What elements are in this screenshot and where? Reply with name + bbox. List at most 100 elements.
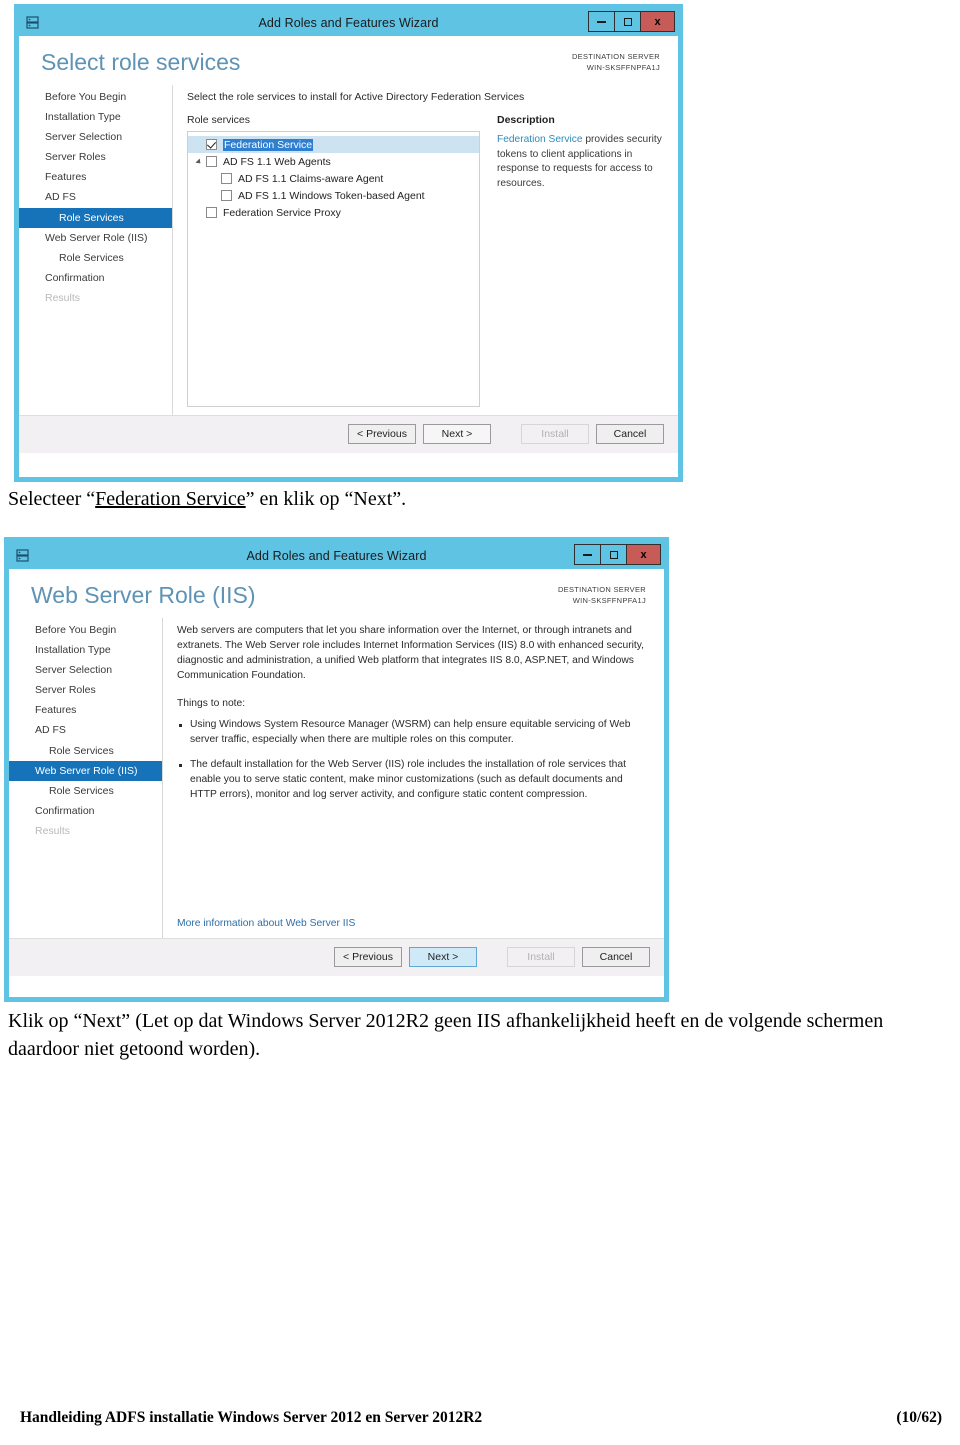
sidebar-item-installation-type[interactable]: Installation Type — [9, 640, 162, 660]
cancel-button[interactable]: Cancel — [596, 424, 664, 445]
description-body: Federation Service provides security tok… — [497, 133, 666, 191]
sidebar-item-installation-type[interactable]: Installation Type — [19, 107, 172, 127]
wizard2-window-controls: x — [574, 544, 661, 565]
sidebar-item-server-roles[interactable]: Server Roles — [19, 148, 172, 168]
list-item-label: Federation Service Proxy — [223, 206, 341, 219]
wizard2-footer: < Previous Next > Install Cancel — [9, 938, 664, 977]
sidebar-item-role-services-adfs[interactable]: Role Services — [9, 741, 162, 761]
description-title: Description — [497, 114, 555, 127]
content-lead-text: Select the role services to install for … — [187, 91, 525, 104]
sidebar-item-results: Results — [45, 292, 81, 305]
install-button: Install — [507, 947, 575, 968]
description-accent-text: Federation Service — [497, 134, 583, 146]
sidebar-item-server-selection[interactable]: Server Selection — [19, 128, 172, 148]
destination-server: DESTINATION SERVER WIN-SKSFFNPFA1J — [572, 52, 660, 74]
destination-server: DESTINATION SERVER WIN-SKSFFNPFA1J — [558, 585, 646, 607]
destination-server-name: WIN-SKSFFNPFA1J — [586, 62, 660, 72]
close-button[interactable]: x — [641, 12, 674, 31]
things-to-note-list: Using Windows System Resource Manager (W… — [177, 718, 652, 814]
more-information-link[interactable]: More information about Web Server IIS — [177, 918, 652, 929]
page-title: Web Server Role (IIS) — [31, 582, 256, 608]
role-services-column: Role services Federation Service AD FS 1… — [187, 114, 480, 408]
sidebar-item-web-server-role-iis[interactable]: Web Server Role (IIS) — [9, 761, 162, 782]
page-footer: Handleiding ADFS installatie Windows Ser… — [0, 1409, 960, 1427]
footer-title: Handleiding ADFS installatie Windows Ser… — [20, 1409, 483, 1426]
checkbox-federation-service-proxy[interactable] — [206, 207, 217, 219]
instruction-1-before: Selecteer “ — [8, 488, 96, 510]
list-item: The default installation for the Web Ser… — [177, 758, 652, 802]
destination-server-label: DESTINATION SERVER — [557, 585, 646, 594]
previous-button[interactable]: < Previous — [348, 424, 416, 445]
destination-server-name: WIN-SKSFFNPFA1J — [572, 595, 646, 605]
intro-paragraph: Web servers are computers that let you s… — [177, 625, 645, 682]
sidebar-item-web-server-role-iis[interactable]: Web Server Role (IIS) — [19, 228, 172, 248]
sidebar-item-server-roles[interactable]: Server Roles — [9, 681, 162, 701]
destination-server-label: DESTINATION SERVER — [571, 52, 660, 61]
wizard1-body: Before You Begin Installation Type Serve… — [19, 85, 678, 416]
minimize-button[interactable] — [575, 545, 601, 564]
wizard2-sidebar: Before You Begin Installation Type Serve… — [9, 618, 163, 939]
sidebar-item-before-you-begin[interactable]: Before You Begin — [19, 87, 172, 107]
previous-button[interactable]: < Previous — [334, 947, 402, 968]
sidebar-item-features[interactable]: Features — [9, 701, 162, 721]
server-roles-icon — [15, 548, 31, 564]
chevron-expand-icon[interactable] — [192, 158, 206, 166]
checkbox-adfs-windows-token-based-agent[interactable] — [221, 190, 232, 202]
sidebar-item-confirmation[interactable]: Confirmation — [9, 801, 162, 821]
list-item-label: AD FS 1.1 Windows Token-based Agent — [238, 189, 425, 202]
instruction-1-underlined: Federation Service — [95, 488, 246, 510]
sidebar-item-server-selection[interactable]: Server Selection — [9, 661, 162, 681]
sidebar-item-features[interactable]: Features — [19, 168, 172, 188]
description-column: Description Federation Service provides … — [480, 114, 666, 407]
wizard1-footer: < Previous Next > Install Cancel — [19, 415, 678, 454]
instruction-1-after: ” en klik op “Next”. — [245, 488, 407, 510]
wizard1-content: Select the role services to install for … — [173, 85, 678, 415]
wizard1-titlebar[interactable]: Add Roles and Features Wizard x — [19, 9, 678, 36]
add-roles-wizard-role-services: Add Roles and Features Wizard x Select r… — [14, 4, 683, 482]
wizard1-sidebar: Before You Begin Installation Type Serve… — [19, 85, 173, 416]
wizard1-header: Select role services DESTINATION SERVER … — [19, 36, 678, 86]
instruction-text-1: Selecteer “Federation Service” en klik o… — [8, 486, 948, 514]
minimize-button[interactable] — [589, 12, 615, 31]
sidebar-item-ad-fs[interactable]: AD FS — [9, 721, 162, 741]
role-services-label: Role services — [187, 114, 251, 127]
list-item-label: AD FS 1.1 Web Agents — [223, 155, 331, 168]
wizard2-header: Web Server Role (IIS) DESTINATION SERVER… — [9, 569, 664, 619]
sidebar-item-confirmation[interactable]: Confirmation — [19, 268, 172, 288]
sidebar-item-role-services-iis[interactable]: Role Services — [9, 781, 162, 801]
sidebar-item-role-services-iis[interactable]: Role Services — [19, 248, 172, 268]
sidebar-item-role-services-adfs[interactable]: Role Services — [19, 208, 172, 229]
things-to-note-label: Things to note: — [177, 697, 246, 709]
add-roles-wizard-web-server-role: Add Roles and Features Wizard x Web Serv… — [4, 537, 669, 1002]
checkbox-adfs-claims-aware-agent[interactable] — [221, 173, 232, 185]
sidebar-item-results: Results — [35, 825, 71, 838]
checkbox-adfs-web-agents[interactable] — [206, 156, 217, 168]
install-button: Install — [521, 424, 589, 445]
wizard1-title: Add Roles and Features Wizard — [258, 15, 439, 30]
wizard1-window-controls: x — [588, 11, 675, 32]
list-item-federation-service[interactable]: Federation Service — [188, 136, 479, 154]
checkbox-federation-service[interactable] — [206, 139, 217, 151]
wizard2-body: Before You Begin Installation Type Serve… — [9, 618, 664, 939]
page-title: Select role services — [41, 49, 241, 75]
role-services-listbox[interactable]: Federation Service AD FS 1.1 Web Agents … — [187, 131, 480, 408]
list-item-adfs-claims-aware-agent[interactable]: AD FS 1.1 Claims-aware Agent — [188, 170, 479, 187]
list-item-adfs-windows-token-based-agent[interactable]: AD FS 1.1 Windows Token-based Agent — [188, 187, 479, 204]
maximize-button[interactable] — [615, 12, 641, 31]
server-roles-icon — [25, 15, 41, 31]
cancel-button[interactable]: Cancel — [582, 947, 650, 968]
close-button[interactable]: x — [627, 545, 660, 564]
sidebar-item-before-you-begin[interactable]: Before You Begin — [9, 620, 162, 640]
page-number: (10/62) — [896, 1409, 942, 1426]
sidebar-item-ad-fs[interactable]: AD FS — [19, 188, 172, 208]
list-item-adfs-web-agents[interactable]: AD FS 1.1 Web Agents — [188, 153, 479, 170]
wizard2-content: Web servers are computers that let you s… — [163, 618, 664, 938]
next-button[interactable]: Next > — [409, 947, 477, 968]
list-item: Using Windows System Resource Manager (W… — [177, 718, 652, 747]
wizard2-titlebar[interactable]: Add Roles and Features Wizard x — [9, 542, 664, 569]
wizard2-title: Add Roles and Features Wizard — [246, 548, 427, 563]
list-item-label: Federation Service — [223, 138, 314, 151]
list-item-federation-service-proxy[interactable]: Federation Service Proxy — [188, 204, 479, 221]
next-button[interactable]: Next > — [423, 424, 491, 445]
maximize-button[interactable] — [601, 545, 627, 564]
